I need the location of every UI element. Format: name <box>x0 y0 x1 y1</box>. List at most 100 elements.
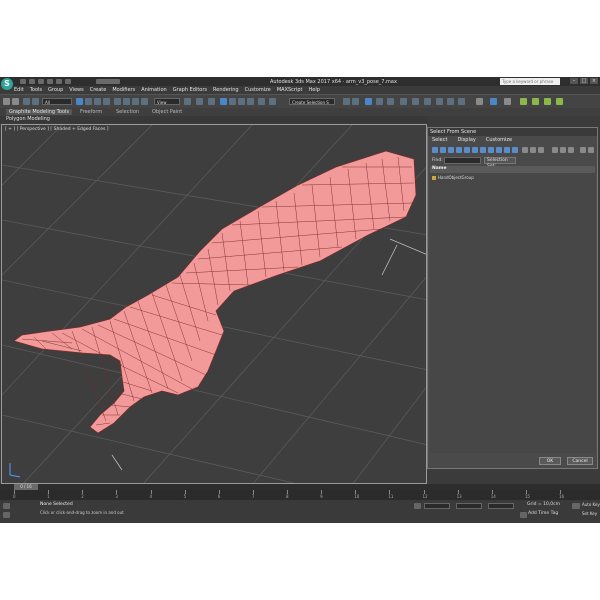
window-crossing-icon[interactable] <box>103 98 110 105</box>
tab-object-paint[interactable]: Object Paint <box>152 109 182 115</box>
place-icon[interactable] <box>141 98 148 105</box>
key-icon[interactable] <box>572 503 580 509</box>
toggle-layer-explorer-icon[interactable] <box>376 98 383 105</box>
link-icon[interactable] <box>23 98 30 105</box>
search-input[interactable]: Type a keyword or phrase <box>500 78 560 85</box>
time-tag-icon[interactable] <box>520 512 527 518</box>
x-coordinate-field[interactable] <box>424 503 450 509</box>
list-item[interactable]: HandObjectGroup <box>432 175 474 180</box>
display-cameras-icon[interactable] <box>456 147 462 153</box>
display-space-warps-icon[interactable] <box>472 147 478 153</box>
display-shapes-icon[interactable] <box>440 147 446 153</box>
menu-create[interactable]: Create <box>90 86 107 94</box>
menu-maxscript[interactable]: MAXScript <box>277 86 303 94</box>
minimize-icon[interactable]: – <box>570 78 578 84</box>
sort-icon[interactable] <box>552 147 558 153</box>
named-selection-set-dropdown[interactable]: Create Selection S <box>289 98 335 105</box>
constraint-green-icon[interactable] <box>544 98 551 105</box>
open-file-icon[interactable] <box>29 79 35 84</box>
rectangular-region-icon[interactable] <box>94 98 101 105</box>
set-key-button[interactable]: Set Key <box>582 511 597 516</box>
maximize-icon[interactable]: □ <box>580 78 588 84</box>
cancel-button[interactable]: Cancel <box>567 457 593 465</box>
lock-selection-icon[interactable] <box>414 503 421 509</box>
reference-coordinate-dropdown[interactable]: View <box>154 98 180 105</box>
menu-views[interactable]: Views <box>69 86 83 94</box>
display-invert-icon[interactable] <box>538 147 544 153</box>
auto-key-button[interactable]: Auto Key <box>582 502 600 507</box>
undo-icon[interactable] <box>47 79 53 84</box>
unlink-icon[interactable] <box>32 98 39 105</box>
schematic-view-icon[interactable] <box>412 98 419 105</box>
percent-snap-icon[interactable] <box>238 98 245 105</box>
viewport-label[interactable]: [ + ] [ Perspective ] [ Shaded + Edged F… <box>5 127 109 132</box>
skin-green-icon[interactable] <box>556 98 563 105</box>
menu-group[interactable]: Group <box>48 86 63 94</box>
toggle-scene-explorer-icon[interactable] <box>365 98 372 105</box>
display-lights-icon[interactable] <box>448 147 454 153</box>
display-xrefs-icon[interactable] <box>488 147 494 153</box>
menu-animation[interactable]: Animation <box>141 86 167 94</box>
render-iterative-icon[interactable] <box>490 98 497 105</box>
menu-customize[interactable]: Customize <box>245 86 271 94</box>
select-manipulate-icon[interactable] <box>196 98 203 105</box>
workspace-dropdown[interactable] <box>96 79 120 84</box>
scene-object-list[interactable]: HandObjectGroup <box>430 173 595 453</box>
render-setup-icon[interactable] <box>436 98 443 105</box>
display-frozen-icon[interactable] <box>512 147 518 153</box>
curve-editor-icon[interactable] <box>400 98 407 105</box>
mirror-tool-icon[interactable] <box>343 98 350 105</box>
close-icon[interactable]: × <box>590 78 598 84</box>
render-production-icon[interactable] <box>458 98 465 105</box>
select-move-icon[interactable] <box>114 98 121 105</box>
script-mini-listener-icon[interactable] <box>3 512 10 518</box>
display-helpers-icon[interactable] <box>464 147 470 153</box>
arm-mesh[interactable] <box>13 150 417 434</box>
filter-icon[interactable] <box>580 147 586 153</box>
menu-help[interactable]: Help <box>309 86 320 94</box>
layer-icon[interactable] <box>568 147 574 153</box>
rendered-frame-window-icon[interactable] <box>447 98 454 105</box>
menu-graph-editors[interactable]: Graph Editors <box>173 86 207 94</box>
display-containers-icon[interactable] <box>504 147 510 153</box>
menu-tools[interactable]: Tools <box>30 86 42 94</box>
dialog-menu-customize[interactable]: Customize <box>486 137 512 143</box>
new-file-icon[interactable] <box>20 79 26 84</box>
tab-freeform[interactable]: Freeform <box>80 109 102 115</box>
spinner-snap-icon[interactable] <box>247 98 254 105</box>
hierarchy-icon[interactable] <box>560 147 566 153</box>
project-folder-icon[interactable] <box>65 79 71 84</box>
app-logo-icon[interactable]: S <box>1 78 13 90</box>
tab-selection[interactable]: Selection <box>116 109 139 115</box>
display-geometry-icon[interactable] <box>432 147 438 153</box>
z-coordinate-field[interactable] <box>488 503 514 509</box>
selection-filter-dropdown[interactable]: All <box>42 98 72 105</box>
hierarchy-green-icon[interactable] <box>532 98 539 105</box>
a360-cloud-icon[interactable] <box>520 98 527 105</box>
menu-modifiers[interactable]: Modifiers <box>112 86 135 94</box>
pivot-center-icon[interactable] <box>184 98 191 105</box>
redo-toolbar-icon[interactable] <box>12 98 19 105</box>
selection-set-dropdown[interactable]: Selection Set: <box>484 157 516 169</box>
teapot-render-icon[interactable] <box>476 98 483 105</box>
display-none-icon[interactable] <box>530 147 536 153</box>
maxscript-listener-icon[interactable] <box>3 503 10 509</box>
toggle-ribbon-icon[interactable] <box>387 98 394 105</box>
polygon-modeling-label[interactable]: Polygon Modeling <box>6 116 50 122</box>
menu-rendering[interactable]: Rendering <box>213 86 239 94</box>
find-input[interactable] <box>444 157 481 164</box>
render-activeshade-icon[interactable] <box>504 98 511 105</box>
add-time-tag[interactable]: Add Time Tag <box>528 511 558 516</box>
dialog-menu-display[interactable]: Display <box>457 137 475 143</box>
select-object-icon[interactable] <box>76 98 83 105</box>
menu-edit[interactable]: Edit <box>14 86 24 94</box>
keyboard-shortcut-icon[interactable] <box>208 98 215 105</box>
display-all-icon[interactable] <box>522 147 528 153</box>
redo-icon[interactable] <box>56 79 62 84</box>
save-file-icon[interactable] <box>38 79 44 84</box>
material-editor-icon[interactable] <box>424 98 431 105</box>
y-coordinate-field[interactable] <box>456 503 482 509</box>
select-by-name-icon[interactable] <box>85 98 92 105</box>
track-bar[interactable]: 0 1 2 3 4 5 6 7 8 9 10 11 12 13 14 15 16 <box>0 490 600 500</box>
mirror-icon[interactable] <box>269 98 276 105</box>
